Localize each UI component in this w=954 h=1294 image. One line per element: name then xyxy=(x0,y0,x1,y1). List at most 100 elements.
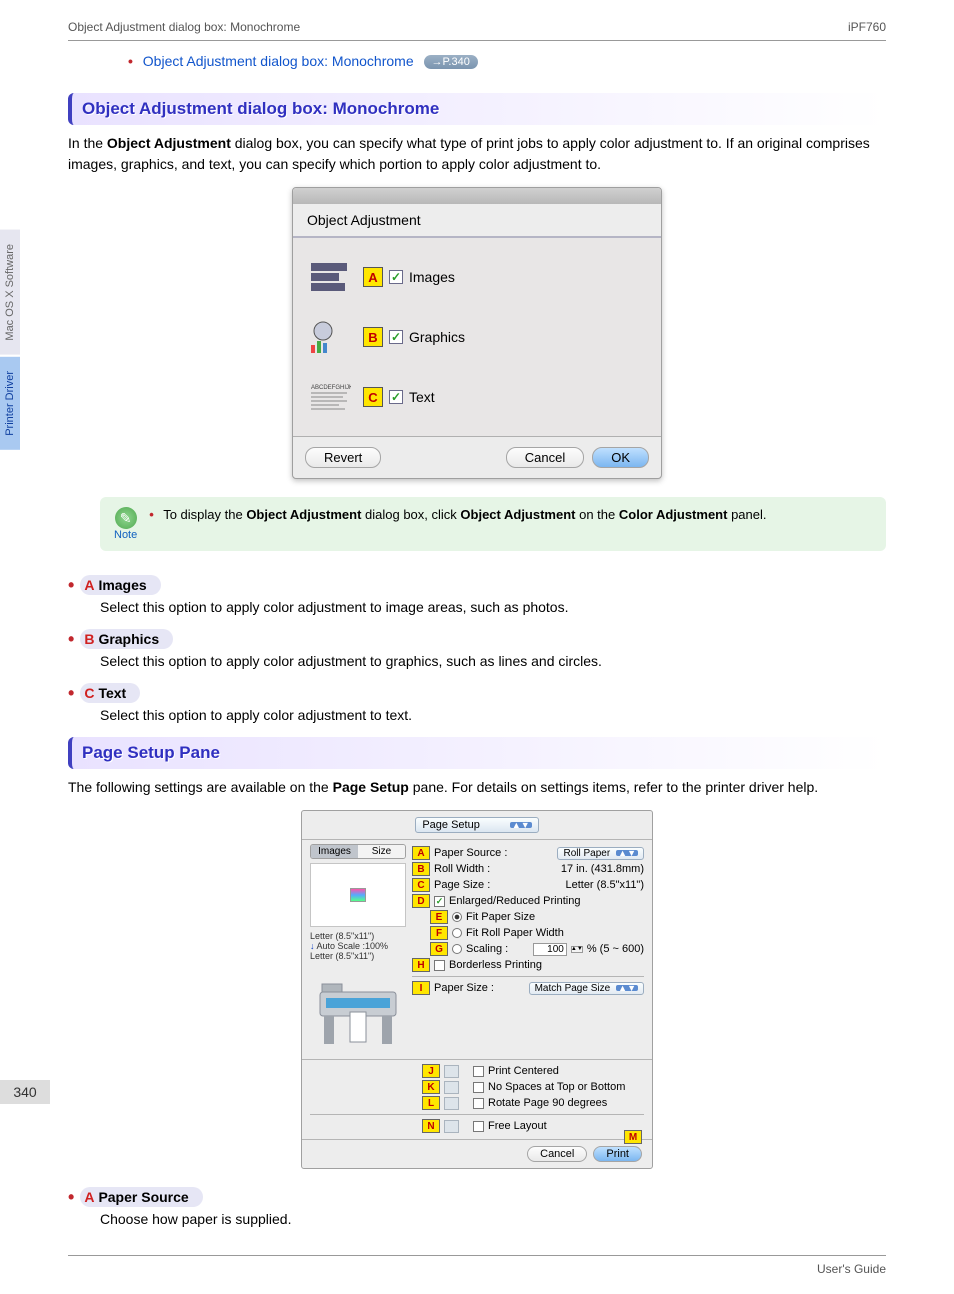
item-ps-a-desc: Choose how paper is supplied. xyxy=(100,1211,886,1227)
badge-c: C xyxy=(363,387,383,407)
scaling-stepper[interactable]: ▲▼ xyxy=(571,946,583,953)
object-adjustment-link[interactable]: Object Adjustment dialog box: Monochrome xyxy=(143,53,414,69)
dialog-titlebar xyxy=(293,188,661,204)
note-box: Note • To display the Object Adjustment … xyxy=(100,497,886,551)
borderless-checkbox[interactable] xyxy=(434,960,445,971)
fit-roll-width-radio[interactable] xyxy=(452,928,462,938)
badge-ps-k: K xyxy=(422,1080,440,1094)
tab-size[interactable]: Size xyxy=(358,845,405,858)
images-checkbox[interactable] xyxy=(389,270,403,284)
section1-intro: In the Object Adjustment dialog box, you… xyxy=(68,133,886,175)
badge-ps-c: C xyxy=(412,878,430,892)
page-number: 340 xyxy=(0,1080,50,1104)
section-page-setup: Page Setup Pane xyxy=(68,737,886,769)
page-setup-dialog: Page Setup ▲▼ Images Size Letter (8.5"x1… xyxy=(301,810,653,1169)
header-left: Object Adjustment dialog box: Monochrome xyxy=(68,20,300,34)
badge-ps-j: J xyxy=(422,1064,440,1078)
graphics-icon xyxy=(307,318,353,356)
header-right: iPF760 xyxy=(848,20,886,34)
page-size-value: Letter (8.5"x11") xyxy=(565,879,644,891)
badge-ps-l: L xyxy=(422,1096,440,1110)
page-header: Object Adjustment dialog box: Monochrome… xyxy=(0,0,954,40)
rotate-checkbox[interactable] xyxy=(473,1098,484,1109)
fit-roll-width-label: Fit Roll Paper Width xyxy=(466,927,564,939)
section-title-2: Page Setup Pane xyxy=(82,743,220,763)
badge-ps-b: B xyxy=(412,862,430,876)
enlarged-reduced-label: Enlarged/Reduced Printing xyxy=(449,895,580,907)
side-tab-printer-driver[interactable]: Printer Driver xyxy=(0,357,20,450)
item-a-head: • A Images xyxy=(68,575,886,595)
crossref-p340[interactable]: →P.340 xyxy=(424,55,478,69)
badge-ps-g: G xyxy=(430,942,448,956)
section-title: Object Adjustment dialog box: Monochrome xyxy=(82,99,439,119)
roll-width-label: Roll Width : xyxy=(434,863,490,875)
roll-width-value: 17 in. (431.8mm) xyxy=(561,863,644,875)
paper-size-i-label: Paper Size : xyxy=(434,982,494,994)
preview-thumbnail-icon xyxy=(350,888,366,902)
fit-paper-size-label: Fit Paper Size xyxy=(466,911,535,923)
fit-paper-size-radio[interactable] xyxy=(452,912,462,922)
badge-ps-d: D xyxy=(412,894,430,908)
badge-ps-a: A xyxy=(412,846,430,860)
note-icon xyxy=(115,507,137,529)
dialog-row-images: A Images xyxy=(307,258,647,296)
svg-text:ABCDEFGHIJK: ABCDEFGHIJK xyxy=(311,385,351,391)
header-divider xyxy=(68,40,886,41)
footer-right: User's Guide xyxy=(817,1262,886,1276)
page-footer: User's Guide xyxy=(68,1255,886,1276)
dialog-row-text: ABCDEFGHIJK C Text xyxy=(307,378,647,416)
enlarged-reduced-checkbox[interactable] xyxy=(434,896,445,907)
scaling-radio[interactable] xyxy=(452,944,462,954)
preview-meta: Letter (8.5"x11") ↓ Auto Scale :100% Let… xyxy=(310,931,406,961)
side-tab-software[interactable]: Mac OS X Software xyxy=(0,230,20,355)
rotate-label: Rotate Page 90 degrees xyxy=(488,1097,607,1109)
item-a-desc: Select this option to apply color adjust… xyxy=(100,599,886,615)
cancel-button[interactable]: Cancel xyxy=(506,447,584,468)
badge-ps-f: F xyxy=(430,926,448,940)
no-spaces-checkbox[interactable] xyxy=(473,1082,484,1093)
free-layout-icon xyxy=(444,1120,459,1133)
rotate-icon xyxy=(444,1097,459,1110)
paper-source-select[interactable]: Roll Paper▲▼ xyxy=(557,847,644,860)
side-tabs: Mac OS X Software Printer Driver xyxy=(0,230,50,451)
badge-a: A xyxy=(363,267,383,287)
text-checkbox[interactable] xyxy=(389,390,403,404)
badge-b: B xyxy=(363,327,383,347)
ps-cancel-button[interactable]: Cancel xyxy=(527,1146,587,1162)
images-label: Images xyxy=(409,269,455,285)
paper-source-label: Paper Source : xyxy=(434,847,507,859)
chevron-updown-icon: ▲▼ xyxy=(510,822,532,828)
ok-button[interactable]: OK xyxy=(592,447,649,468)
graphics-label: Graphics xyxy=(409,329,465,345)
dialog-row-graphics: B Graphics xyxy=(307,318,647,356)
tab-images[interactable]: Images xyxy=(311,845,358,858)
item-c-head: • C Text xyxy=(68,683,886,703)
no-spaces-icon xyxy=(444,1081,459,1094)
page-size-label: Page Size : xyxy=(434,879,490,891)
scaling-range: % (5 ~ 600) xyxy=(587,943,644,955)
printer-illustration xyxy=(310,967,406,1055)
badge-ps-h: H xyxy=(412,958,430,972)
revert-button[interactable]: Revert xyxy=(305,447,381,468)
dialog-title: Object Adjustment xyxy=(293,204,661,238)
ps-print-button[interactable]: Print xyxy=(593,1146,642,1162)
print-centered-label: Print Centered xyxy=(488,1065,559,1077)
badge-ps-m: M xyxy=(624,1130,642,1144)
badge-ps-n: N xyxy=(422,1119,440,1133)
object-adjustment-dialog: Object Adjustment A Images B Graph xyxy=(292,187,662,479)
badge-ps-e: E xyxy=(430,910,448,924)
scaling-input[interactable]: 100 xyxy=(533,943,567,956)
paper-size-select[interactable]: Match Page Size▲▼ xyxy=(529,982,644,995)
page-setup-select[interactable]: Page Setup ▲▼ xyxy=(415,817,538,833)
item-ps-a-head: • A Paper Source xyxy=(68,1187,886,1207)
bullet-dot: • xyxy=(128,53,133,69)
page-preview xyxy=(310,863,406,927)
free-layout-checkbox[interactable] xyxy=(473,1121,484,1132)
graphics-checkbox[interactable] xyxy=(389,330,403,344)
images-icon xyxy=(307,258,353,296)
preview-tabs[interactable]: Images Size xyxy=(310,844,406,859)
print-centered-checkbox[interactable] xyxy=(473,1066,484,1077)
borderless-label: Borderless Printing xyxy=(449,959,542,971)
section2-intro: The following settings are available on … xyxy=(68,777,886,798)
note-text: • To display the Object Adjustment dialo… xyxy=(149,507,766,522)
